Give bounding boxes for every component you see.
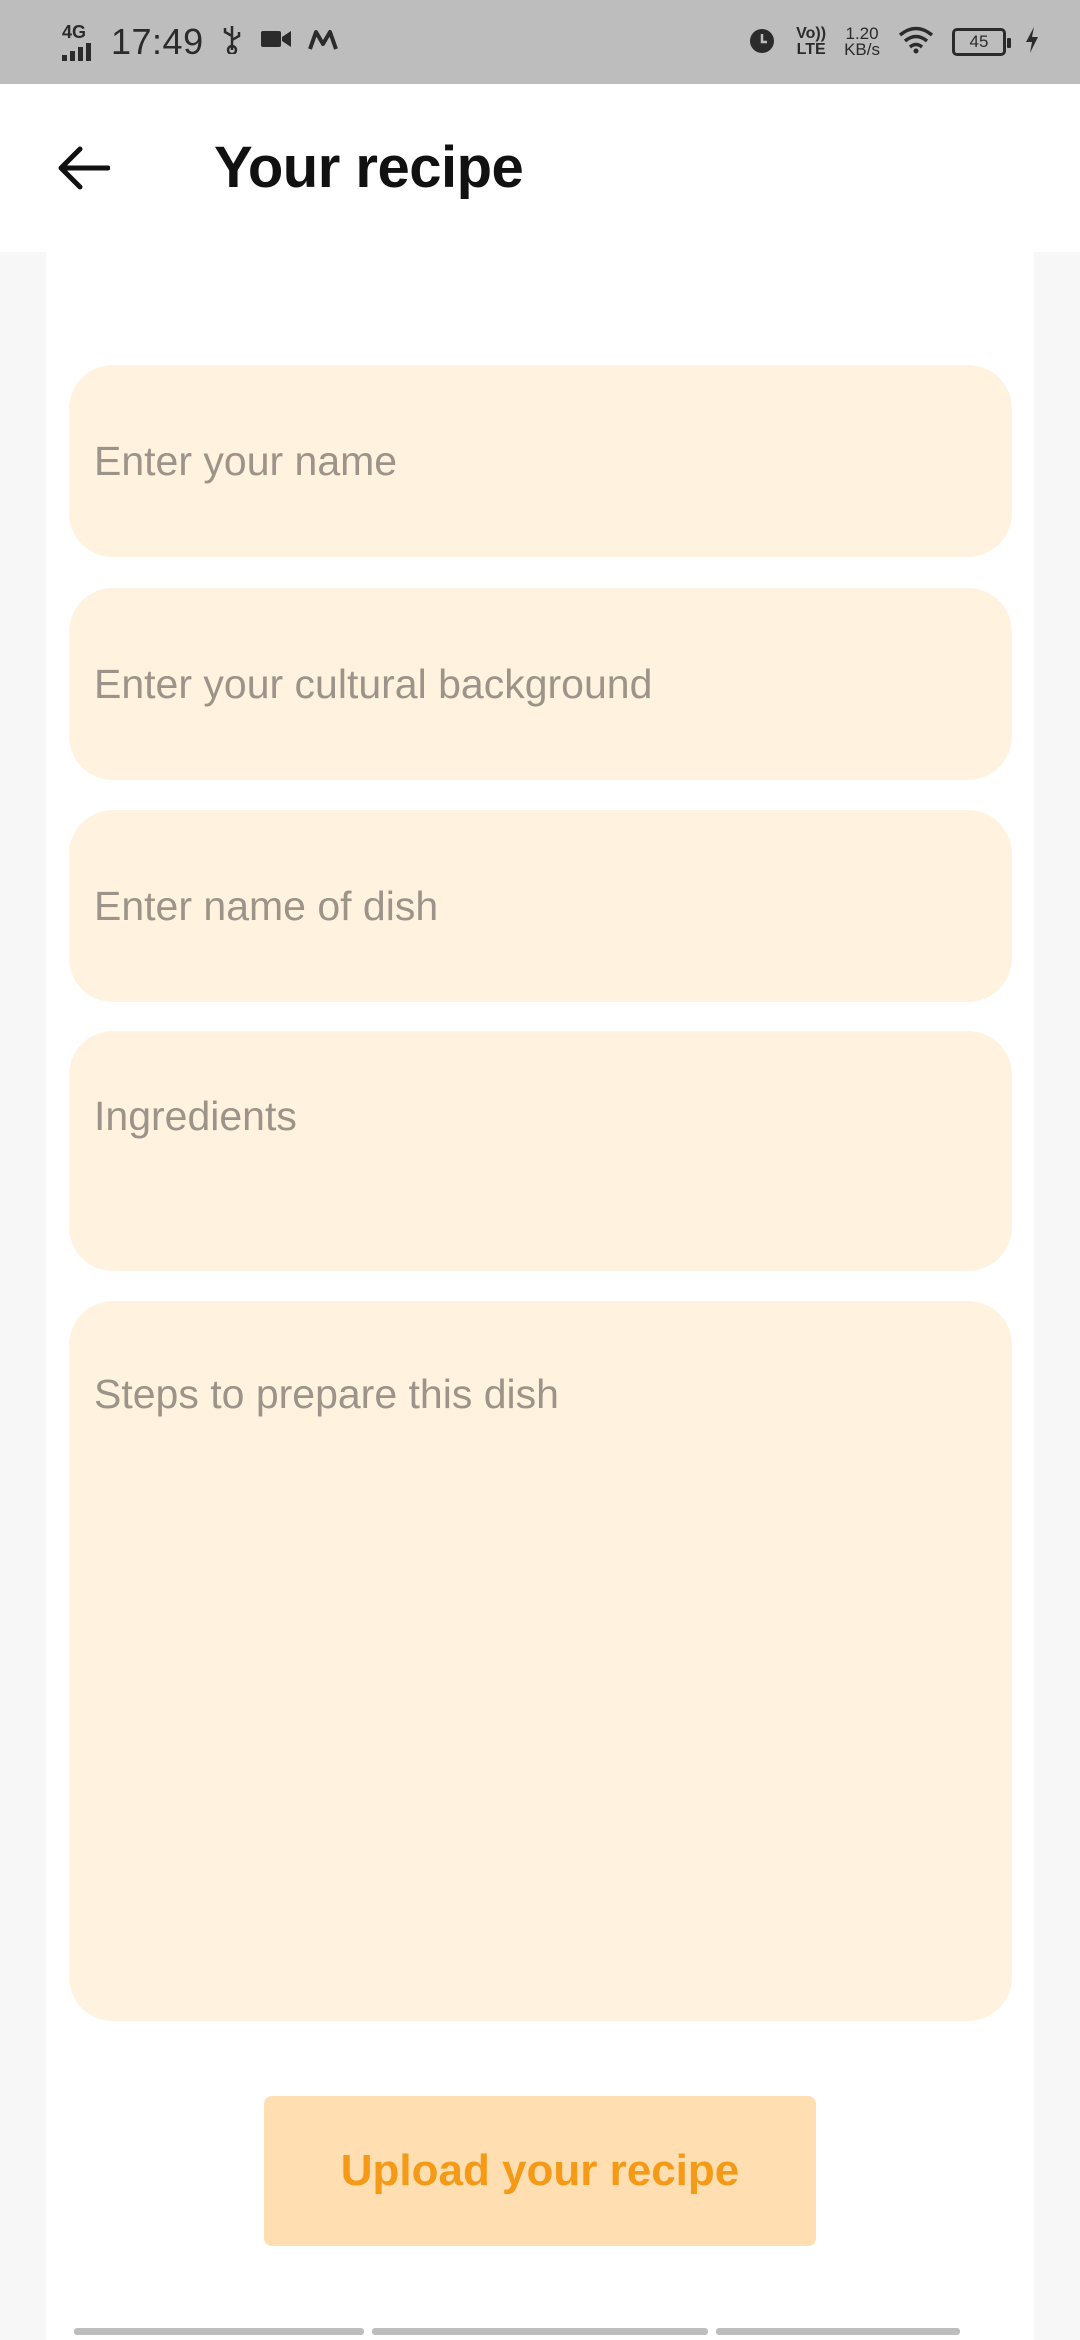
name-input[interactable] (69, 365, 1012, 557)
dish-name-input[interactable] (69, 810, 1012, 1002)
arrow-left-icon (58, 146, 110, 190)
status-bar-right: Vo)) LTE 1.20 KB/s 45 (746, 24, 1040, 61)
clock-time: 17:49 (111, 21, 204, 62)
cultural-background-input[interactable] (69, 588, 1012, 780)
status-bar: 4G 17:49 Vo)) LTE 1.20 KB/s 45 (0, 0, 1080, 84)
volte-indicator: Vo)) LTE (796, 25, 827, 58)
page-title: Your recipe (214, 135, 524, 200)
recipe-form: Upload your recipe (46, 252, 1034, 2340)
battery-indicator: 45 (952, 28, 1011, 56)
m-logo-icon (307, 26, 338, 58)
indicator-segment (372, 2328, 708, 2335)
signal-bars-icon (62, 43, 91, 61)
steps-textarea[interactable] (69, 1301, 1012, 2021)
wifi-icon (898, 26, 934, 59)
indicator-segment (74, 2328, 364, 2335)
app-header: Your recipe (0, 84, 1080, 252)
indicator-segment (716, 2328, 960, 2335)
network-speed: 1.20 KB/s (844, 24, 880, 59)
battery-level: 45 (969, 32, 989, 51)
usb-icon (220, 24, 244, 61)
network-type: 4G (62, 22, 87, 42)
upload-recipe-button[interactable]: Upload your recipe (264, 2096, 816, 2246)
ingredients-textarea[interactable] (69, 1031, 1012, 1271)
lightning-bolt-icon (1024, 26, 1040, 59)
alarm-clock-icon (746, 24, 778, 61)
cellular-signal: 4G (62, 23, 91, 61)
status-bar-left: 4G 17:49 (62, 21, 338, 63)
bottom-scroll-indicator (74, 2328, 960, 2335)
video-camera-icon (260, 26, 292, 58)
back-button[interactable] (52, 136, 116, 200)
